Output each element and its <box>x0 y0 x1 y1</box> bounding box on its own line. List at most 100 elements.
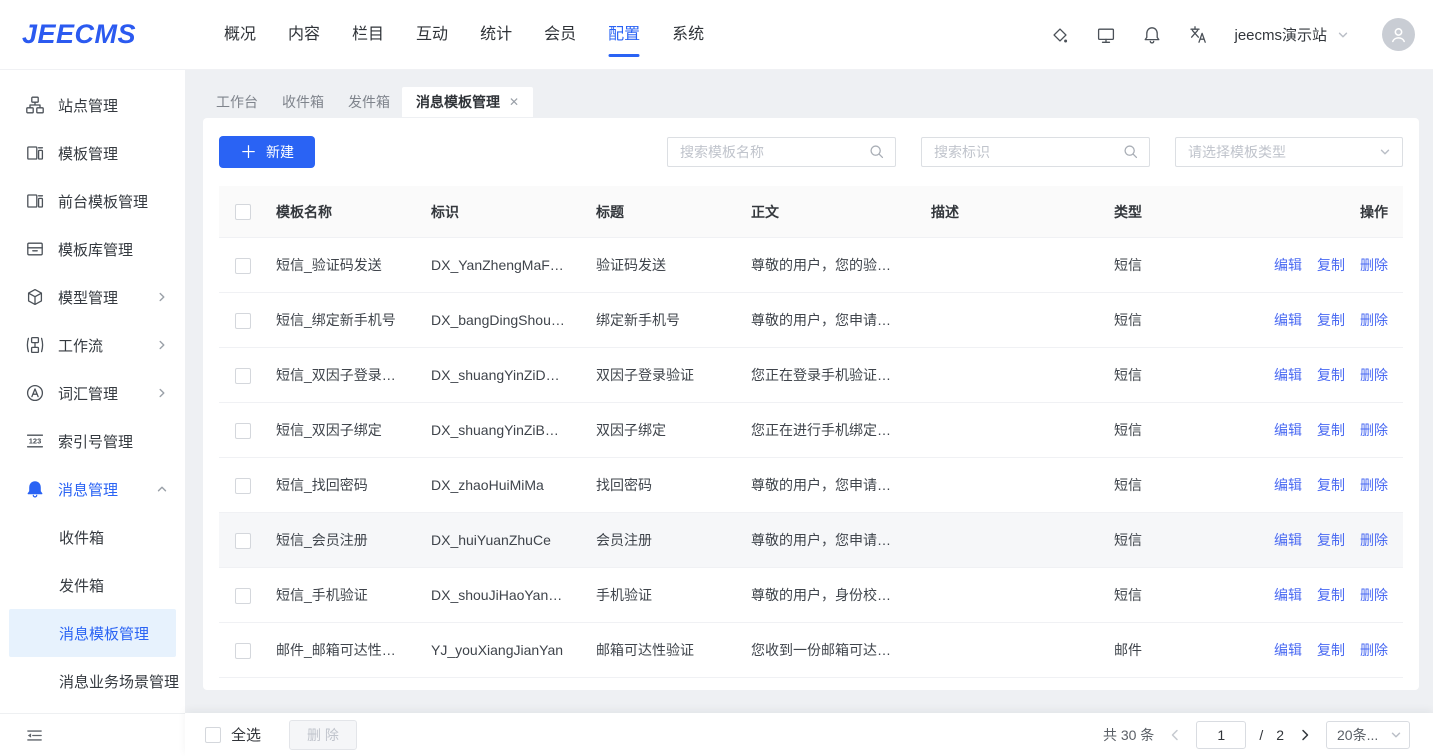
search-icon[interactable] <box>868 143 885 160</box>
copy-link[interactable]: 复制 <box>1317 585 1345 605</box>
page-number-input[interactable] <box>1196 721 1246 749</box>
edit-link[interactable]: 编辑 <box>1274 530 1302 550</box>
sidebar-subitem[interactable]: 发件箱 <box>9 561 176 609</box>
delete-link[interactable]: 删除 <box>1360 475 1388 495</box>
main-nav: 概况 内容 栏目 互动 统计 会员 配置 系统 <box>208 0 720 70</box>
row-checkbox[interactable] <box>235 533 251 549</box>
search-code-input[interactable] <box>921 137 1150 167</box>
tab-close-icon[interactable]: ✕ <box>509 95 519 109</box>
row-checkbox[interactable] <box>235 368 251 384</box>
svg-text:123: 123 <box>29 437 42 446</box>
search-template-name-input[interactable] <box>667 137 896 167</box>
edit-link[interactable]: 编辑 <box>1274 365 1302 385</box>
table-header-row: 模板名称 标识 标题 正文 描述 类型 操作 <box>219 186 1403 238</box>
delete-link[interactable]: 删除 <box>1360 585 1388 605</box>
top-nav-item[interactable]: 统计 <box>464 0 528 70</box>
delete-link[interactable]: 删除 <box>1360 310 1388 330</box>
jeecms-logo[interactable]: JEECMS <box>0 19 185 50</box>
tab[interactable]: 工作台 <box>204 87 270 117</box>
table-row: 短信_找回密码 DX_zhaoHuiMiMa 找回密码 尊敬的用户，您申请… 短… <box>219 458 1403 513</box>
sidebar-item[interactable]: 模板库管理 <box>0 225 185 273</box>
collapse-sidebar-icon[interactable] <box>25 726 44 745</box>
template-type-select[interactable]: 请选择模板类型 <box>1175 137 1403 167</box>
chevron-down-icon <box>1378 145 1392 159</box>
select-all-checkbox[interactable] <box>205 727 221 743</box>
row-checkbox[interactable] <box>235 313 251 329</box>
top-nav-item[interactable]: 栏目 <box>336 0 400 70</box>
sidebar-item[interactable]: 模型管理 <box>0 273 185 321</box>
copy-link[interactable]: 复制 <box>1317 255 1345 275</box>
cell-type: 邮件 <box>1114 640 1260 660</box>
site-switcher[interactable]: jeecms演示站 <box>1234 24 1350 45</box>
search-icon[interactable] <box>1122 143 1139 160</box>
sidebar-item[interactable]: 消息管理 <box>0 465 185 513</box>
next-page-icon[interactable] <box>1297 727 1313 743</box>
header-checkbox[interactable] <box>235 204 251 220</box>
cell-code: DX_huiYuanZhuCe <box>431 532 596 548</box>
copy-link[interactable]: 复制 <box>1317 310 1345 330</box>
cell-template-name: 短信_双因子登录… <box>276 365 431 385</box>
copy-link[interactable]: 复制 <box>1317 420 1345 440</box>
copy-link[interactable]: 复制 <box>1317 365 1345 385</box>
tab[interactable]: 发件箱 <box>336 87 402 117</box>
monitor-icon[interactable] <box>1096 25 1116 45</box>
delete-link[interactable]: 删除 <box>1360 365 1388 385</box>
edit-link[interactable]: 编辑 <box>1274 475 1302 495</box>
delete-link[interactable]: 删除 <box>1360 640 1388 660</box>
sidebar-subitem[interactable]: 收件箱 <box>9 513 176 561</box>
edit-link[interactable]: 编辑 <box>1274 640 1302 660</box>
sidebar-item[interactable]: 模板管理 <box>0 129 185 177</box>
copy-link[interactable]: 复制 <box>1317 640 1345 660</box>
cell-body: 尊敬的用户，您申请… <box>751 310 931 330</box>
cell-type: 短信 <box>1114 255 1260 275</box>
edit-link[interactable]: 编辑 <box>1274 310 1302 330</box>
edit-link[interactable]: 编辑 <box>1274 420 1302 440</box>
vocab-icon <box>25 383 45 403</box>
cell-code: DX_shouJiHaoYan… <box>431 587 596 603</box>
row-checkbox[interactable] <box>235 643 251 659</box>
bell-icon[interactable] <box>1142 25 1162 45</box>
chevron-up-icon <box>155 482 169 496</box>
top-nav-item[interactable]: 互动 <box>400 0 464 70</box>
sidebar-item[interactable]: 123 索引号管理 <box>0 417 185 465</box>
copy-link[interactable]: 复制 <box>1317 475 1345 495</box>
top-nav-item[interactable]: 概况 <box>208 0 272 70</box>
sidebar-item[interactable]: 工作流 <box>0 321 185 369</box>
new-button[interactable]: ＋ 新建 <box>219 136 315 168</box>
translate-icon[interactable] <box>1188 25 1208 45</box>
sidebar-subitem[interactable]: 消息业务场景管理 <box>9 657 176 705</box>
avatar[interactable] <box>1382 18 1415 51</box>
cell-template-name: 短信_手机验证 <box>276 585 431 605</box>
delete-link[interactable]: 删除 <box>1360 530 1388 550</box>
row-checkbox[interactable] <box>235 588 251 604</box>
sidebar-subitem[interactable]: 消息模板管理 <box>9 609 176 657</box>
batch-delete-button[interactable]: 删 除 <box>289 720 357 750</box>
clean-icon[interactable] <box>1050 25 1070 45</box>
edit-link[interactable]: 编辑 <box>1274 255 1302 275</box>
top-nav-item[interactable]: 配置 <box>592 0 656 70</box>
cell-body: 您收到一份邮箱可达… <box>751 640 931 660</box>
chevron-right-icon <box>155 386 169 400</box>
row-checkbox[interactable] <box>235 258 251 274</box>
prev-page-icon[interactable] <box>1167 727 1183 743</box>
row-checkbox[interactable] <box>235 478 251 494</box>
sidebar-item[interactable]: 词汇管理 <box>0 369 185 417</box>
top-nav-item[interactable]: 会员 <box>528 0 592 70</box>
sidebar-item[interactable]: 站点管理 <box>0 81 185 129</box>
top-nav-item[interactable]: 系统 <box>656 0 720 70</box>
cell-body: 尊敬的用户，您申请… <box>751 530 931 550</box>
table-row: 邮件_邮箱可达性… YJ_youXiangJianYan 邮箱可达性验证 您收到… <box>219 623 1403 678</box>
site-name: jeecms演示站 <box>1234 24 1327 45</box>
edit-link[interactable]: 编辑 <box>1274 585 1302 605</box>
page-size-select[interactable]: 20条... <box>1326 721 1410 749</box>
tab[interactable]: 收件箱 <box>270 87 336 117</box>
delete-link[interactable]: 删除 <box>1360 420 1388 440</box>
row-checkbox[interactable] <box>235 423 251 439</box>
delete-link[interactable]: 删除 <box>1360 255 1388 275</box>
top-nav-item[interactable]: 内容 <box>272 0 336 70</box>
column-header: 标题 <box>596 202 751 222</box>
tab[interactable]: 消息模板管理 ✕ <box>402 87 533 117</box>
chevron-right-icon <box>155 338 169 352</box>
sidebar-item[interactable]: 前台模板管理 <box>0 177 185 225</box>
copy-link[interactable]: 复制 <box>1317 530 1345 550</box>
